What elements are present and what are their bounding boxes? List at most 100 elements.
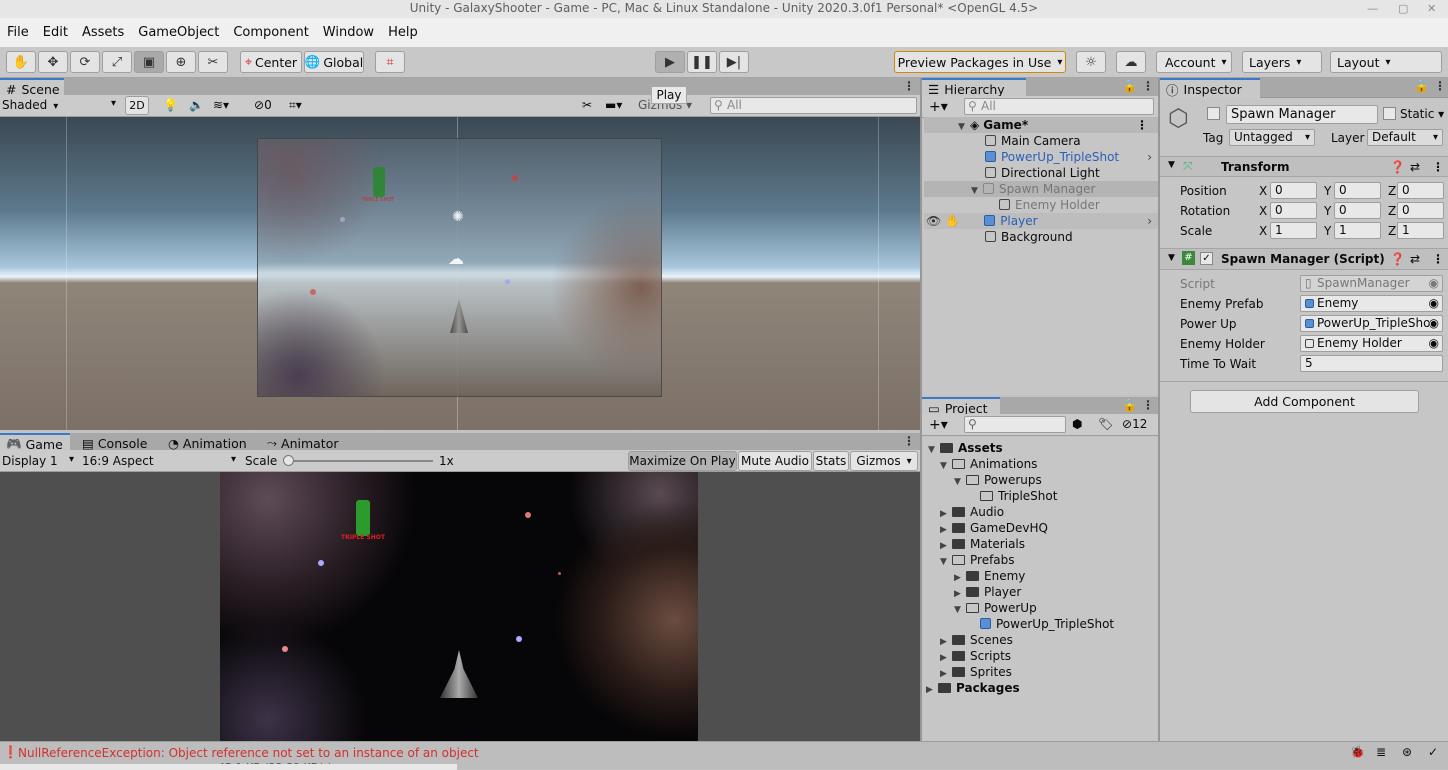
menu-help[interactable]: Help [381,25,425,40]
enemy-holder-field[interactable]: Enemy Holder ◉ [1300,335,1443,352]
presets-icon[interactable]: ⇄ [1410,252,1420,266]
layout-dropdown[interactable]: Layout [1330,51,1442,73]
presets-icon[interactable]: ⇄ [1410,160,1420,174]
play-button[interactable]: ▶ [655,51,685,73]
project-folder[interactable]: ▶ GameDevHQ [940,520,1048,536]
scale-slider-handle[interactable] [283,455,294,466]
grid-toggle-icon[interactable]: ⌗▾ [289,98,302,113]
create-plus-icon[interactable]: +▾ [929,99,948,115]
debug-icon[interactable]: 🐞 [1350,745,1365,759]
audio-icon[interactable]: 🔈 [189,98,204,112]
lock-icon[interactable]: 🔒 [1122,79,1137,93]
help-icon[interactable]: ❓ [1390,160,1405,174]
status-bar[interactable]: ❗ NullReferenceException: Object referen… [0,741,1448,770]
hierarchy-item-selected[interactable]: ▼ Spawn Manager [924,181,1158,197]
scale-z-input[interactable]: 1 [1397,222,1444,239]
hierarchy-search-input[interactable]: ⚲ All [964,98,1154,115]
project-folder[interactable]: ▼ Prefabs [940,552,1015,568]
object-name-input[interactable]: Spawn Manager [1226,105,1378,124]
menu-gameobject[interactable]: GameObject [131,25,226,40]
object-picker-icon[interactable]: ◉ [1428,316,1439,331]
enemy-prefab-field[interactable]: Enemy ◉ [1300,295,1443,312]
layer-dropdown[interactable]: Default ▾ [1367,129,1443,146]
account-dropdown[interactable]: Account [1156,51,1232,73]
static-dropdown[interactable]: Static ▾ [1400,107,1444,121]
cache-server-icon[interactable]: ≣ [1376,745,1386,759]
object-picker-icon[interactable]: ◉ [1429,296,1439,311]
power-up-field[interactable]: PowerUp_TripleShot ◉ [1300,315,1443,332]
hierarchy-item[interactable]: Background [924,229,1158,245]
maximize-on-play-toggle[interactable]: Maximize On Play [628,451,737,471]
project-folder[interactable]: ▶ Enemy [954,568,1025,584]
expanded-arrow-icon[interactable]: ▼ [1168,253,1175,263]
grid-snap-button[interactable]: ⌗ [375,51,405,73]
scene-viewport[interactable]: TRIPLE SHOT ✺ ☁ [0,117,920,430]
rotation-y-input[interactable]: 0 [1334,202,1381,219]
menu-file[interactable]: File [0,25,36,40]
layers-dropdown[interactable]: Layers [1242,51,1322,73]
time-to-wait-input[interactable]: 5 [1300,355,1443,372]
close-icon[interactable]: ✕ [1427,0,1436,17]
project-folder[interactable]: TripleShot [980,488,1057,504]
hierarchy-menu-icon[interactable]: ⋮ [1142,79,1154,93]
pivot-global-button[interactable]: 🌐 Global [304,51,364,73]
project-folder[interactable]: ▼ Animations [940,456,1037,472]
project-asset[interactable]: PowerUp_TripleShot [980,616,1114,632]
project-folder[interactable]: ▼ Assets [928,440,1003,456]
object-picker-icon[interactable]: ◉ [1429,336,1439,351]
2d-toggle[interactable]: 2D [125,96,149,115]
aspect-dropdown[interactable]: 16:9 Aspect ▾ [82,454,236,468]
game-viewport[interactable]: TRIPLE SHOT [0,472,920,741]
minimize-icon[interactable]: — [1367,0,1378,17]
inspector-menu-icon[interactable]: ⋮ [1434,79,1446,93]
stats-toggle[interactable]: Stats [813,451,849,471]
rotation-z-input[interactable]: 0 [1397,202,1444,219]
transform-tool-button[interactable]: ⊕ [166,51,196,73]
create-plus-icon[interactable]: +▾ [929,417,948,433]
cloud-button[interactable]: ☁ [1116,51,1146,73]
tab-inspector[interactable]: ⓘ Inspector [1160,78,1260,98]
project-folder[interactable]: ▶ Scenes [940,632,1013,648]
menu-edit[interactable]: Edit [36,25,75,40]
scene-menu-icon[interactable]: ⋮ [903,79,915,93]
transform-header[interactable]: ▼ ⤧ Transform ❓ ⇄ ⋮ [1160,156,1448,177]
checkmark-icon[interactable]: ✓ [1428,745,1438,759]
enabled-checkbox[interactable]: ✓ [1200,252,1213,265]
position-z-input[interactable]: 0 [1397,182,1444,199]
mute-audio-toggle[interactable]: Mute Audio [738,451,812,471]
component-menu-icon[interactable]: ⋮ [1432,160,1444,174]
expanded-arrow-icon[interactable]: ▼ [1168,160,1175,170]
position-y-input[interactable]: 0 [1334,182,1381,199]
lighting-icon[interactable]: 💡 [163,98,178,112]
shading-mode-dropdown[interactable]: Shaded ▾ [2,98,116,112]
rotate-tool-button[interactable]: ⟳ [70,51,100,73]
project-menu-icon[interactable]: ⋮ [1142,398,1154,412]
chevron-right-icon[interactable]: › [1147,213,1152,229]
camera-icon[interactable]: ▬▾ [605,98,622,112]
project-folder[interactable]: ▶ Player [954,584,1021,600]
game-gizmos-dropdown[interactable]: Gizmos [850,451,918,471]
menu-window[interactable]: Window [316,25,381,40]
hierarchy-item[interactable]: PowerUp_TripleShot › [924,149,1158,165]
search-by-type-icon[interactable]: ⬢ [1072,417,1082,431]
game-menu-icon[interactable]: ⋮ [903,434,915,448]
lock-icon[interactable]: 🔒 [1414,79,1429,93]
rotation-x-input[interactable]: 0 [1270,202,1317,219]
add-component-button[interactable]: Add Component [1190,390,1419,413]
maximize-icon[interactable]: ▢ [1398,0,1408,17]
hidden-packages-icon[interactable]: ⊘12 [1122,417,1147,431]
pick-hand-icon[interactable]: ✋ [945,214,960,228]
services-button[interactable]: ☼ [1076,51,1106,73]
tab-hierarchy[interactable]: ☰ Hierarchy [922,78,1026,98]
move-tool-button[interactable]: ✥ [38,51,68,73]
search-by-label-icon[interactable]: 🏷 [1098,417,1113,431]
scale-y-input[interactable]: 1 [1334,222,1381,239]
rect-tool-button[interactable]: ▣ [134,51,164,73]
visibility-eye-icon[interactable]: 👁 [926,214,941,228]
project-folder[interactable]: ▶ Audio [940,504,1004,520]
project-folder[interactable]: ▶ Materials [940,536,1025,552]
hidden-objects-icon[interactable]: ⊘0 [254,98,272,112]
auto-generate-lighting-icon[interactable]: ⊛ [1402,745,1412,759]
script-component-header[interactable]: ▼ # ✓ Spawn Manager (Script) ❓ ⇄ ⋮ [1160,248,1448,270]
tools-icon[interactable]: ✂ [582,98,592,112]
